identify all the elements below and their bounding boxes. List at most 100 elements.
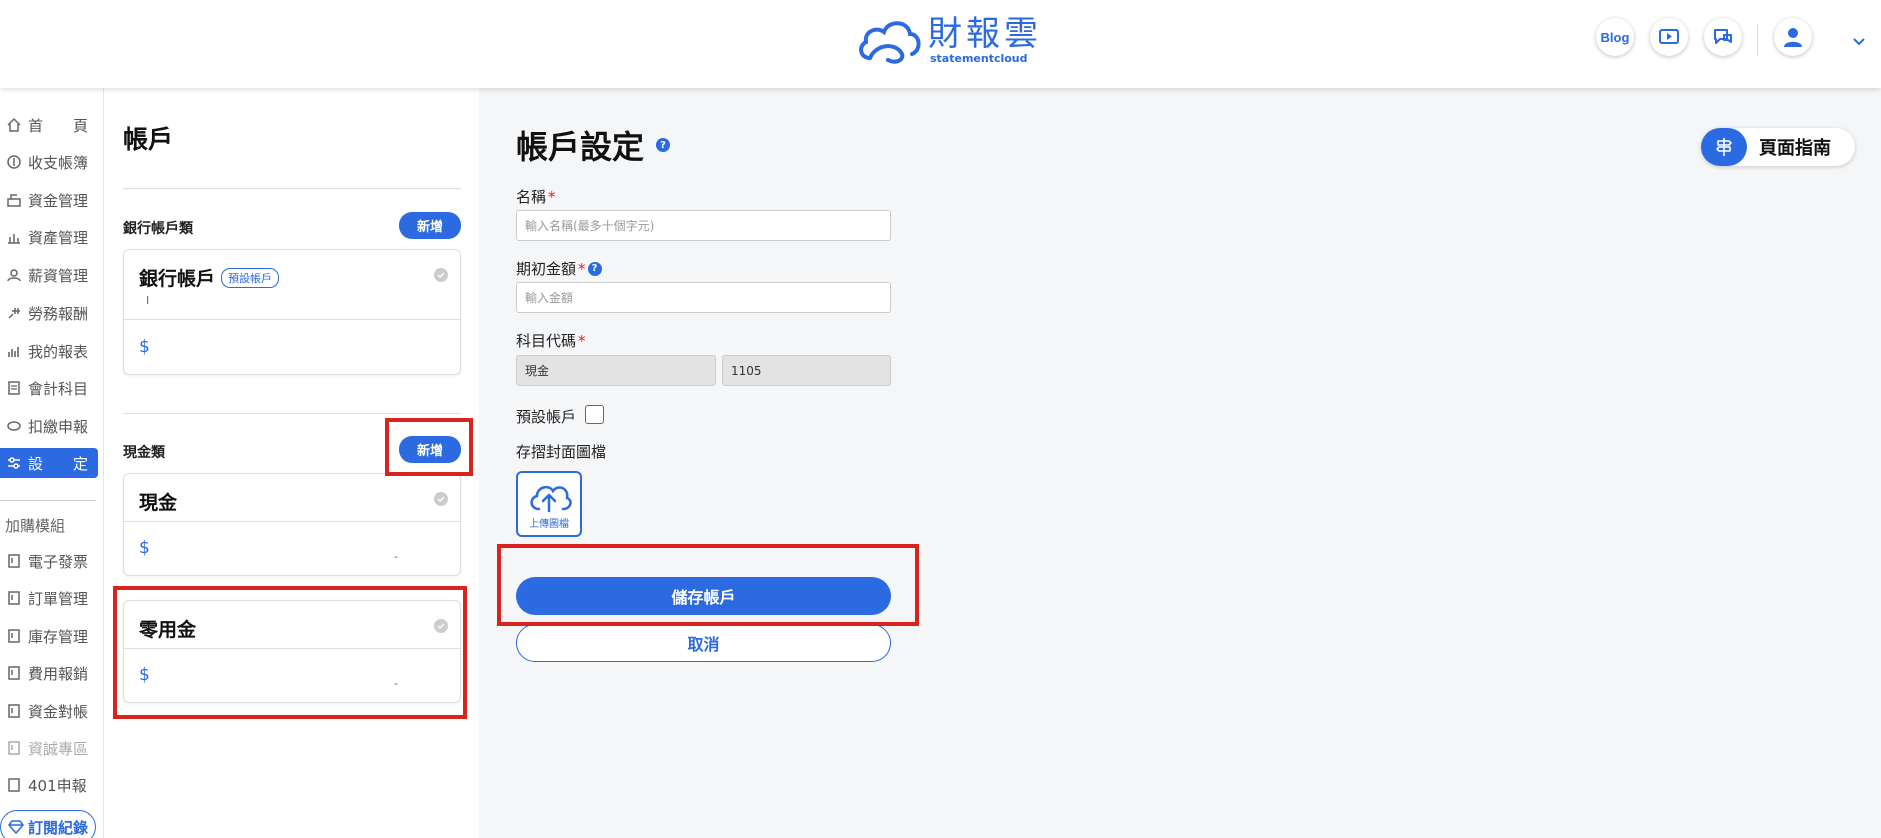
add-bank-account-button[interactable]: 新增: [399, 212, 461, 239]
divider: [123, 413, 461, 414]
page-title-text: 帳戶設定: [516, 128, 645, 166]
sidebar-item-reports[interactable]: 我的報表: [0, 336, 98, 366]
upload-label: 上傳圖檔: [529, 518, 569, 530]
sidebar-item-reconcile[interactable]: 資金對帳: [0, 696, 98, 726]
salary-icon: [6, 267, 22, 283]
sidebar-item-401[interactable]: 401申報: [0, 770, 98, 800]
sidebar-item-settings[interactable]: 設 定: [0, 448, 98, 478]
home-icon: [6, 117, 22, 133]
help-icon[interactable]: ?: [656, 138, 671, 152]
module-icon: [6, 740, 22, 756]
help-icon[interactable]: ?: [587, 261, 602, 276]
cloud-upload-icon: [530, 485, 572, 512]
cover-image-label: 存摺封面圖檔: [516, 443, 607, 461]
sidebar-item-label: 薪資管理: [28, 266, 89, 285]
sidebar-item-inventory[interactable]: 庫存管理: [0, 621, 98, 651]
name-input[interactable]: 輸入名稱(最多十個字元): [516, 210, 891, 241]
blog-label: Blog: [1600, 29, 1630, 45]
diamond-icon: [8, 820, 24, 834]
logo-chinese-text: 財報雲: [928, 13, 1042, 54]
sidebar-item-tax[interactable]: 扣繳申報: [0, 411, 98, 441]
opening-balance-input[interactable]: 輸入金額: [516, 282, 891, 313]
sidebar-item-label: 費用報銷: [28, 664, 89, 683]
sidebar-item-label: 勞務報酬: [28, 304, 89, 323]
sidebar-item-label: 資金管理: [28, 191, 89, 210]
opening-label-text: 期初金額: [516, 260, 577, 278]
panel-title: 帳戶: [123, 125, 174, 154]
cancel-button[interactable]: 取消: [516, 624, 891, 662]
check-icon: [434, 268, 448, 282]
balance-mark: -: [394, 550, 398, 563]
account-balance: $: [139, 337, 150, 357]
sidebar-item-label: 我的報表: [28, 342, 89, 361]
module-icon: [6, 628, 22, 644]
sidebar-item-label: 會計科目: [28, 379, 89, 398]
sidebar: 首 頁 收支帳簿 資金管理 資產管理 薪資管理 勞務報酬 我的報表 會計科目 扣…: [0, 88, 104, 838]
module-icon: [6, 590, 22, 606]
sidebar-item-ledger[interactable]: 收支帳簿: [0, 147, 98, 177]
sidebar-item-salary[interactable]: 薪資管理: [0, 260, 98, 290]
cloud-logo-icon: [859, 21, 921, 64]
add-label: 新增: [416, 220, 443, 235]
page-guide-label: 頁面指南: [1759, 138, 1831, 159]
default-account-checkbox[interactable]: [585, 405, 604, 424]
sidebar-divider: [0, 500, 96, 501]
sidebar-item-label: 庫存管理: [28, 627, 89, 646]
subscription-label: 訂閱紀錄: [27, 818, 88, 837]
upload-image-button[interactable]: 上傳圖檔: [516, 471, 582, 537]
user-icon: [1784, 28, 1802, 47]
video-guide-button[interactable]: [1650, 18, 1688, 56]
required-mark: *: [578, 331, 586, 350]
sidebar-item-label: 設 定: [28, 454, 89, 473]
service-icon: [6, 305, 22, 321]
fund-icon: [6, 192, 22, 208]
blog-button[interactable]: Blog: [1596, 18, 1634, 56]
sidebar-item-asset[interactable]: 資產管理: [0, 222, 98, 252]
bank-group-label: 銀行帳戶類: [123, 221, 193, 237]
required-mark: *: [548, 187, 556, 206]
check-icon: [434, 492, 448, 506]
sidebar-item-label: 收支帳簿: [28, 153, 89, 172]
default-account-label: 預設帳戶: [516, 408, 577, 426]
sidebar-item-label: 401申報: [28, 776, 87, 795]
signpost-icon: [1701, 128, 1747, 166]
sidebar-item-label: 資誠專區: [28, 739, 89, 758]
help-chat-button[interactable]: [1704, 18, 1742, 56]
cash-account-card[interactable]: 現金 $ -: [123, 473, 461, 576]
sidebar-item-accounts[interactable]: 會計科目: [0, 373, 98, 403]
page-guide-button[interactable]: 頁面指南: [1701, 128, 1855, 166]
help-chat-icon: [1714, 29, 1732, 44]
logo-english-text: statementcloud: [930, 51, 1028, 65]
highlight-box-add-cash: [385, 418, 473, 476]
sidebar-item-fund[interactable]: 資金管理: [0, 185, 98, 215]
sidebar-item-expense[interactable]: 費用報銷: [0, 658, 98, 688]
chevron-down-icon[interactable]: [1852, 32, 1866, 51]
name-field-label: 名稱 *: [516, 186, 556, 207]
statementcloud-logo[interactable]: 財報雲 statementcloud: [856, 14, 1042, 66]
video-book-icon: [1659, 29, 1679, 44]
name-label-text: 名稱: [516, 188, 547, 206]
required-mark: *: [578, 259, 586, 278]
sidebar-item-home[interactable]: 首 頁: [0, 110, 98, 140]
sidebar-item-label: 電子發票: [28, 552, 89, 571]
divider: [123, 188, 461, 189]
module-icon: [6, 777, 22, 793]
opening-balance-label: 期初金額 *?: [516, 258, 602, 279]
account-code-name-field: 現金: [516, 355, 716, 386]
module-icon: [6, 665, 22, 681]
coin-icon: [6, 154, 22, 170]
user-avatar-button[interactable]: [1774, 18, 1812, 56]
bank-account-card[interactable]: 銀行帳戶 預設帳戶 I $: [123, 249, 461, 375]
tax-icon: [6, 418, 22, 434]
account-code-value-field: 1105: [722, 355, 891, 386]
sidebar-item-pwc[interactable]: 資誠專區: [0, 733, 98, 763]
asset-icon: [6, 229, 22, 245]
module-icon: [6, 703, 22, 719]
header-divider: [1757, 24, 1758, 56]
sidebar-item-einvoice[interactable]: 電子發票: [0, 546, 98, 576]
subscription-record-button[interactable]: 訂閱紀錄: [0, 810, 96, 838]
sidebar-item-label: 資金對帳: [28, 702, 89, 721]
ledger-icon: [6, 380, 22, 396]
sidebar-item-service[interactable]: 勞務報酬: [0, 298, 98, 328]
sidebar-item-orders[interactable]: 訂單管理: [0, 583, 98, 613]
